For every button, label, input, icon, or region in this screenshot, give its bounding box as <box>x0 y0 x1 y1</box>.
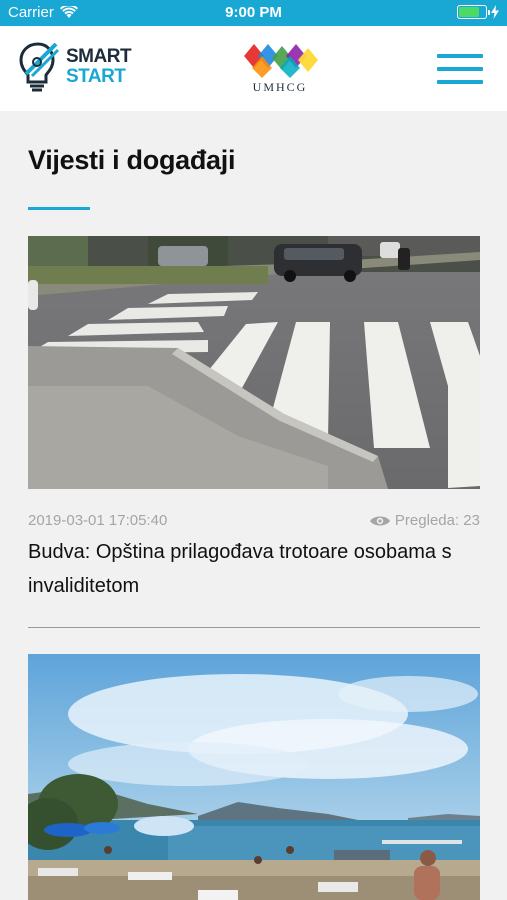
news-image-crosswalk[interactable] <box>28 236 480 489</box>
news-image-beach[interactable] <box>28 654 480 900</box>
news-title[interactable]: Budva: Opština prilagođava trotoare osob… <box>28 535 480 603</box>
eye-icon <box>369 516 390 525</box>
news-divider <box>28 627 480 628</box>
umhcg-diamonds-icon <box>244 44 318 78</box>
news-views-label: Pregleda: 23 <box>394 512 480 529</box>
battery-icon <box>457 5 490 19</box>
logo-text-start: START <box>66 66 126 87</box>
page-title: Vijesti i događaji <box>28 145 236 175</box>
lightbulb-logo-icon <box>19 42 60 92</box>
status-bar: Carrier 9:00 PM <box>0 0 507 26</box>
app-header: SMART START UMHCG <box>0 26 507 111</box>
news-views: Pregleda: 23 <box>369 512 480 529</box>
title-underline <box>28 207 90 210</box>
news-date: 2019-03-01 17:05:40 <box>28 512 168 529</box>
hamburger-menu-icon[interactable] <box>437 54 483 86</box>
umhcg-text: UMHCG <box>252 80 308 94</box>
clock: 9:00 PM <box>225 4 282 21</box>
charging-bolt-icon <box>491 5 499 19</box>
umhcg-logo: UMHCG <box>242 42 320 98</box>
smart-start-logo[interactable]: SMART START <box>18 40 132 94</box>
battery-group <box>457 5 499 19</box>
logo-text-smart: SMART <box>66 46 132 67</box>
